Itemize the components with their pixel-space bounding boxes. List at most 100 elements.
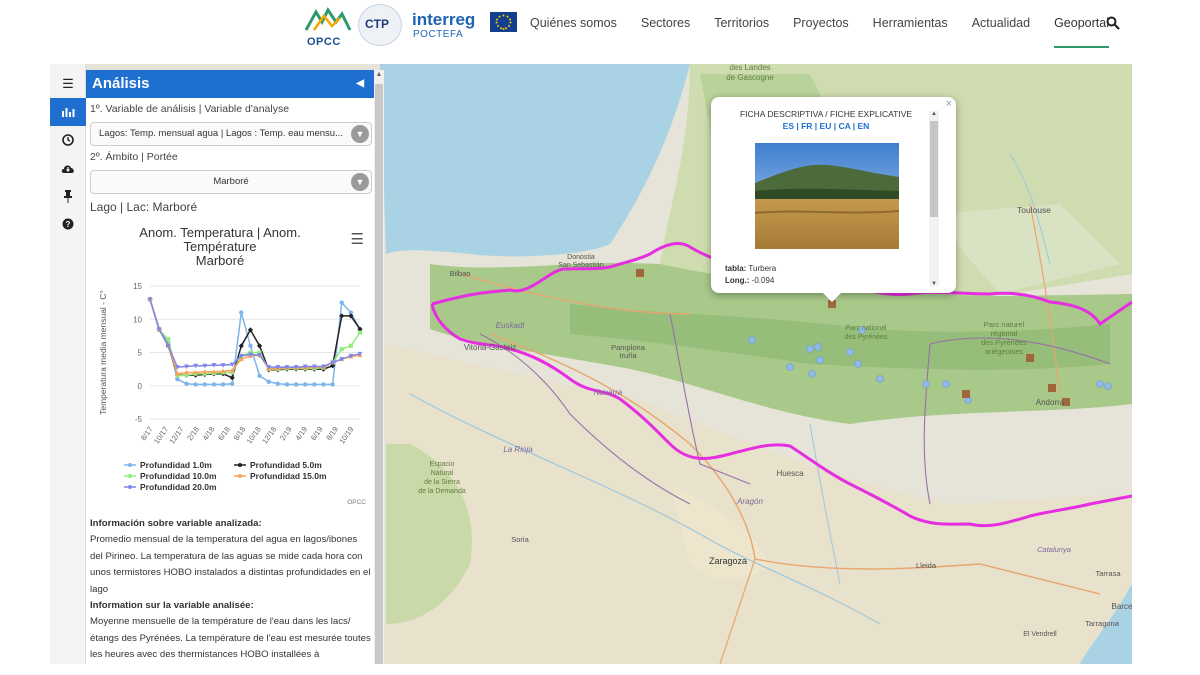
- popup-language-links[interactable]: ES | FR | EU | CA | EN: [711, 121, 941, 131]
- nav-herramientas[interactable]: Herramientas: [873, 0, 948, 48]
- close-icon[interactable]: ×: [946, 98, 952, 110]
- data-point: [202, 382, 207, 387]
- poctefa-logo-text: POCTEFA: [413, 29, 464, 40]
- nav-geoportal[interactable]: Geoportal: [1054, 0, 1109, 48]
- data-point: [303, 382, 308, 387]
- scope-select[interactable]: Marboré ▼: [90, 170, 372, 194]
- data-point: [229, 381, 235, 386]
- map-label: Andorra: [1036, 398, 1065, 407]
- map-label: Catalunya: [1037, 545, 1071, 554]
- series-line: [149, 299, 361, 379]
- search-icon[interactable]: [1106, 16, 1120, 30]
- data-point: [358, 330, 362, 335]
- chart-title-line: Marboré: [195, 253, 245, 268]
- menu-icon[interactable]: ☰: [50, 70, 86, 98]
- chart-title-line: Température: [183, 239, 257, 254]
- data-point: [239, 310, 244, 315]
- nav-proyectos[interactable]: Proyectos: [793, 0, 849, 48]
- panel-scrollbar[interactable]: ▲: [374, 70, 384, 664]
- chevron-down-icon[interactable]: ▼: [351, 173, 369, 191]
- help-icon[interactable]: ?: [50, 210, 86, 238]
- bar-chart-icon[interactable]: [50, 98, 86, 126]
- nav-sectores[interactable]: Sectores: [641, 0, 690, 48]
- nav-actualidad[interactable]: Actualidad: [972, 0, 1030, 48]
- data-point: [312, 382, 317, 387]
- y-tick-label: 15: [133, 282, 142, 291]
- nav-territorios[interactable]: Territorios: [714, 0, 769, 48]
- clock-icon[interactable]: [50, 126, 86, 154]
- pin-icon[interactable]: [50, 182, 86, 210]
- data-point: [266, 379, 271, 384]
- map-label: Tarragona: [1085, 619, 1120, 628]
- data-point: [284, 382, 290, 387]
- info-es-text: Promedio mensual de la temperatura del a…: [90, 534, 371, 595]
- x-tick-label: 4/19: [293, 425, 309, 442]
- legend-label: Profundidad 15.0m: [250, 471, 327, 481]
- x-tick-label: 4/18: [201, 425, 217, 442]
- data-point: [229, 375, 235, 381]
- interreg-logo-text: interreg: [412, 10, 476, 29]
- map-label: Huesca: [776, 469, 804, 478]
- chart-title-line: Anom. Temperatura | Anom.: [139, 225, 301, 240]
- map-label: Zaragoza: [709, 556, 747, 566]
- map-label: Navarra: [594, 388, 623, 397]
- data-point: [339, 347, 344, 352]
- variable-info: Información sobre variable analizada: Pr…: [90, 516, 372, 664]
- svg-text:?: ?: [66, 220, 71, 229]
- map-label: Barce: [1112, 602, 1132, 611]
- cloud-download-icon[interactable]: [50, 154, 86, 182]
- legend-label: Profundidad 20.0m: [140, 482, 217, 492]
- popup-scrollbar[interactable]: ▲ ▼: [929, 111, 939, 287]
- popup-scroll-thumb[interactable]: [930, 121, 938, 217]
- eu-flag-icon: [490, 12, 517, 32]
- nav-quienes-somos[interactable]: Quiénes somos: [530, 0, 617, 48]
- popup-tabla-row: tabla: Turbera: [725, 264, 776, 273]
- chevron-down-icon[interactable]: ▼: [351, 125, 369, 143]
- popup-tabla-value: Turbera: [748, 264, 777, 273]
- legend-marker: [128, 485, 132, 489]
- lake-label: Lago | Lac: Marboré: [90, 200, 198, 214]
- x-tick-label: 6/19: [309, 425, 325, 442]
- scope-label: 2º. Ámbito | Portée: [90, 151, 178, 163]
- analysis-panel: Análisis ◀ 1º. Variable de análisis | Va…: [86, 70, 374, 664]
- data-point: [248, 343, 253, 349]
- data-point: [184, 381, 189, 386]
- map-label: des Landes de Gascogne: [726, 64, 774, 82]
- series-line: [149, 299, 361, 368]
- data-point: [321, 382, 326, 387]
- scroll-up-icon[interactable]: ▲: [374, 70, 384, 80]
- variable-select[interactable]: Lagos: Temp. mensual agua | Lagos : Temp…: [90, 122, 372, 146]
- y-tick-label: 5: [138, 349, 143, 358]
- info-es-title: Información sobre variable analizada:: [90, 518, 262, 529]
- interreg-logo[interactable]: interreg POCTEFA: [412, 10, 522, 44]
- opcc-logo-text: OPCC: [307, 36, 341, 48]
- panel-title: Análisis ◀: [86, 70, 374, 98]
- map-label: Aragón: [736, 497, 763, 506]
- data-point: [257, 373, 262, 378]
- x-tick-label: 6/18: [216, 425, 232, 442]
- opcc-logo[interactable]: OPCC: [304, 4, 352, 48]
- legend-marker: [238, 463, 242, 467]
- map-label: El Vendrell: [1023, 631, 1057, 638]
- data-point: [275, 381, 281, 386]
- map-label: Euskadi: [496, 321, 525, 330]
- scroll-thumb[interactable]: [375, 84, 383, 664]
- map-label: La Rioja: [503, 445, 533, 454]
- map-label: Tarrasa: [1095, 569, 1121, 578]
- y-axis-label: Temperatura media mensual - C°: [98, 290, 108, 415]
- scope-select-value: Marboré: [213, 176, 249, 187]
- scroll-down-icon[interactable]: ▼: [929, 281, 939, 287]
- variable-label: 1º. Variable de análisis | Variable d'an…: [90, 103, 290, 115]
- x-tick-label: 2/18: [185, 425, 201, 442]
- data-point: [166, 337, 171, 342]
- panel-title-text: Análisis: [92, 75, 150, 92]
- popup-long-key: Long.:: [725, 276, 750, 285]
- collapse-panel-icon[interactable]: ◀: [356, 70, 364, 98]
- chart-menu-icon[interactable]: ☰: [351, 230, 364, 248]
- ctp-logo[interactable]: CTP: [358, 4, 402, 46]
- feature-popup: × FICHA DESCRIPTIVA / FICHE EXPLICATIVE …: [711, 97, 956, 302]
- scroll-up-icon[interactable]: ▲: [929, 111, 939, 117]
- map-label: Vitoria-Gasteiz: [464, 343, 516, 352]
- legend-marker: [128, 463, 132, 467]
- x-tick-label: 10/18: [245, 425, 263, 446]
